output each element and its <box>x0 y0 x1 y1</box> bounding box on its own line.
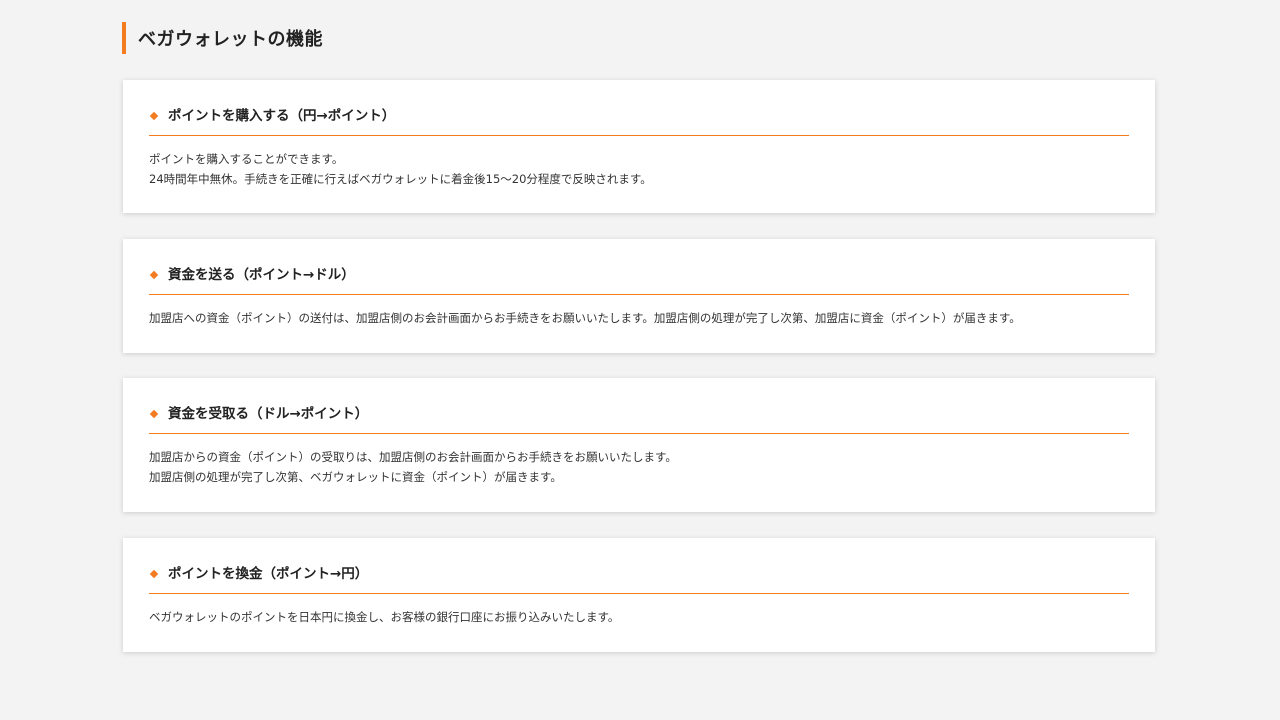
card-text-line: 加盟店への資金（ポイント）の送付は、加盟店側のお会計画面からお手続きをお願いいた… <box>149 311 1021 325</box>
section-title-text: ベガウォレットの機能 <box>138 29 323 50</box>
card-header: 資金を受取る（ドル→ポイント） <box>149 406 1129 434</box>
diamond-icon <box>149 569 159 579</box>
feature-card-cash-out: ポイントを換金（ポイント→円） ベガウォレットのポイントを日本円に換金し、お客様… <box>123 538 1155 652</box>
diamond-icon <box>149 270 159 280</box>
card-text-line: 24時間年中無休。手続きを正確に行えばベガウォレットに着金後15～20分程度で反… <box>149 171 652 186</box>
card-text-line: 加盟店からの資金（ポイント）の受取りは、加盟店側のお会計画面からお手続きをお願い… <box>149 450 677 464</box>
feature-card-receive-funds: 資金を受取る（ドル→ポイント） 加盟店からの資金（ポイント）の受取りは、加盟店側… <box>123 378 1155 512</box>
card-text-line: ベガウォレットのポイントを日本円に換金し、お客様の銀行口座にお振り込みいたします… <box>149 610 620 624</box>
card-text-line: 加盟店側の処理が完了し次第、ベガウォレットに資金（ポイント）が届きます。 <box>149 469 562 484</box>
card-header: ポイントを換金（ポイント→円） <box>149 566 1129 594</box>
card-title: ポイントを購入する（円→ポイント） <box>168 108 396 124</box>
card-title: 資金を送る（ポイント→ドル） <box>168 267 355 283</box>
card-header: 資金を送る（ポイント→ドル） <box>149 267 1129 295</box>
card-body: ベガウォレットのポイントを日本円に換金し、お客様の銀行口座にお振り込みいたします… <box>149 608 1129 628</box>
card-header: ポイントを購入する（円→ポイント） <box>149 108 1129 136</box>
card-title: ポイントを換金（ポイント→円） <box>168 566 369 582</box>
card-body: 加盟店からの資金（ポイント）の受取りは、加盟店側のお会計画面からお手続きをお願い… <box>149 448 1129 487</box>
feature-card-buy-points: ポイントを購入する（円→ポイント） ポイントを購入することができます。 24時間… <box>123 80 1155 213</box>
diamond-icon <box>149 111 159 121</box>
feature-card-send-funds: 資金を送る（ポイント→ドル） 加盟店への資金（ポイント）の送付は、加盟店側のお会… <box>123 239 1155 353</box>
diamond-icon <box>149 409 159 419</box>
card-text-line: ポイントを購入することができます。 <box>149 152 344 166</box>
card-body: 加盟店への資金（ポイント）の送付は、加盟店側のお会計画面からお手続きをお願いいた… <box>149 309 1129 329</box>
card-body: ポイントを購入することができます。 24時間年中無休。手続きを正確に行えばベガウ… <box>149 150 1129 189</box>
card-title: 資金を受取る（ドル→ポイント） <box>168 406 369 422</box>
page: ベガウォレットの機能 ポイントを購入する（円→ポイント） ポイントを購入すること… <box>0 0 1280 720</box>
section-title: ベガウォレットの機能 <box>122 22 323 54</box>
